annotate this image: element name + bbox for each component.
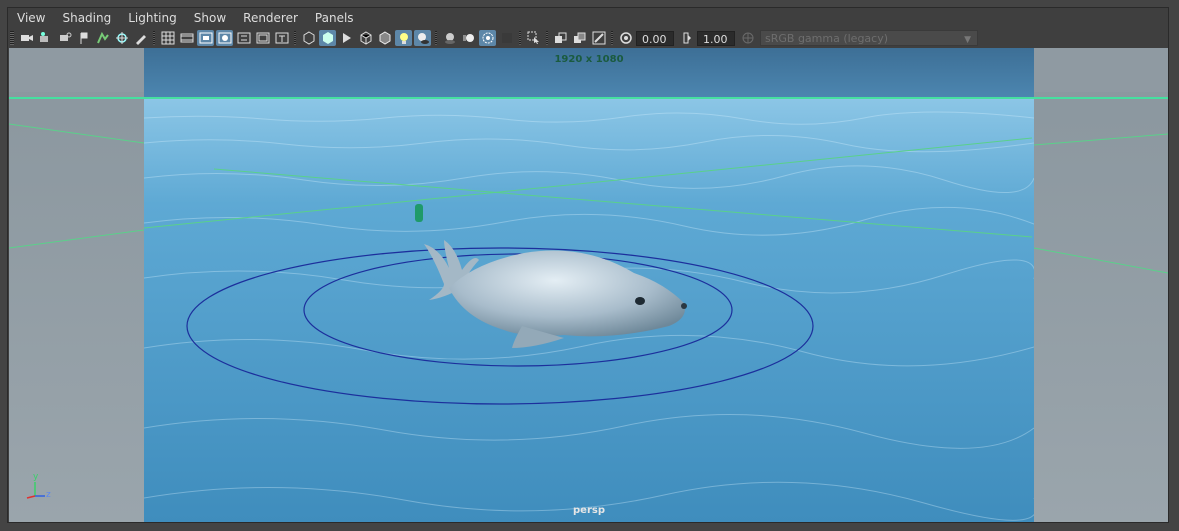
exposure-icon[interactable] (617, 30, 634, 46)
view-transform-dropdown[interactable]: sRGB gamma (legacy) ▼ (760, 30, 978, 46)
panel-menubar: View Shading Lighting Show Renderer Pane… (8, 8, 1168, 28)
menu-panels[interactable]: Panels (306, 8, 362, 28)
menu-lighting[interactable]: Lighting (119, 8, 185, 28)
scene-render (144, 48, 1034, 522)
toolbar-separator (546, 31, 548, 45)
xray-icon[interactable] (552, 30, 569, 46)
gamma-icon[interactable] (678, 30, 695, 46)
menu-show[interactable]: Show (185, 8, 234, 28)
locator-marker[interactable] (415, 204, 423, 222)
screen-space-ao-icon[interactable] (441, 30, 458, 46)
toolbar-separator (519, 31, 521, 45)
textured-icon[interactable] (357, 30, 374, 46)
resolution-gate-area: 1920 x 1080 persp (144, 48, 1034, 522)
gamma-field[interactable]: 1.00 (697, 30, 735, 46)
camera-attributes-icon[interactable] (37, 30, 54, 46)
axis-z-label: z (46, 490, 51, 500)
resolution-gate-icon[interactable] (197, 30, 214, 46)
grid-icon[interactable] (159, 30, 176, 46)
depth-of-field-icon[interactable] (498, 30, 515, 46)
isolate-select-icon[interactable] (525, 30, 542, 46)
menu-view[interactable]: View (8, 8, 53, 28)
panel-toolbar: 0.00 1.00 sRGB gamma (legacy) ▼ (8, 28, 1168, 48)
xray-joints-icon[interactable] (590, 30, 607, 46)
model-panel: View Shading Lighting Show Renderer Pane… (7, 7, 1169, 523)
axis-y-label: y (33, 472, 39, 482)
toolbar-separator (611, 31, 613, 45)
anti-aliasing-icon[interactable] (479, 30, 496, 46)
safe-title-icon[interactable] (273, 30, 290, 46)
toolbar-separator (294, 31, 296, 45)
bookmarks-icon[interactable] (56, 30, 73, 46)
smooth-shade-icon[interactable] (319, 30, 336, 46)
view-transform-value: sRGB gamma (legacy) (765, 32, 889, 45)
exposure-field[interactable]: 0.00 (636, 30, 674, 46)
pencil-icon[interactable] (132, 30, 149, 46)
xray-active-components-icon[interactable] (571, 30, 588, 46)
film-gate-icon[interactable] (178, 30, 195, 46)
motion-blur-icon[interactable] (460, 30, 477, 46)
field-chart-icon[interactable] (235, 30, 252, 46)
default-material-icon[interactable] (338, 30, 355, 46)
menu-shading[interactable]: Shading (53, 8, 119, 28)
grease-pencil-icon[interactable] (113, 30, 130, 46)
wireframe-icon[interactable] (300, 30, 317, 46)
color-management-icon[interactable] (739, 30, 756, 46)
camera-name-label: persp (573, 505, 605, 516)
twod-pan-zoom-icon[interactable] (94, 30, 111, 46)
resolution-label: 1920 x 1080 (554, 54, 624, 65)
toolbar-separator (153, 31, 155, 45)
safe-action-icon[interactable] (254, 30, 271, 46)
gate-mask-icon[interactable] (216, 30, 233, 46)
axis-indicator: y z (23, 472, 53, 506)
image-plane-icon[interactable] (75, 30, 92, 46)
3d-viewport[interactable]: 1920 x 1080 persp y z (9, 48, 1168, 522)
maya-viewport-window: View Shading Lighting Show Renderer Pane… (0, 0, 1179, 531)
menu-renderer[interactable]: Renderer (234, 8, 306, 28)
toolbar-separator (435, 31, 437, 45)
wireframe-on-shaded-icon[interactable] (376, 30, 393, 46)
toolbar-grip[interactable] (10, 31, 14, 45)
use-all-lights-icon[interactable] (395, 30, 412, 46)
chevron-down-icon: ▼ (964, 35, 971, 45)
select-camera-icon[interactable] (18, 30, 35, 46)
shadows-icon[interactable] (414, 30, 431, 46)
